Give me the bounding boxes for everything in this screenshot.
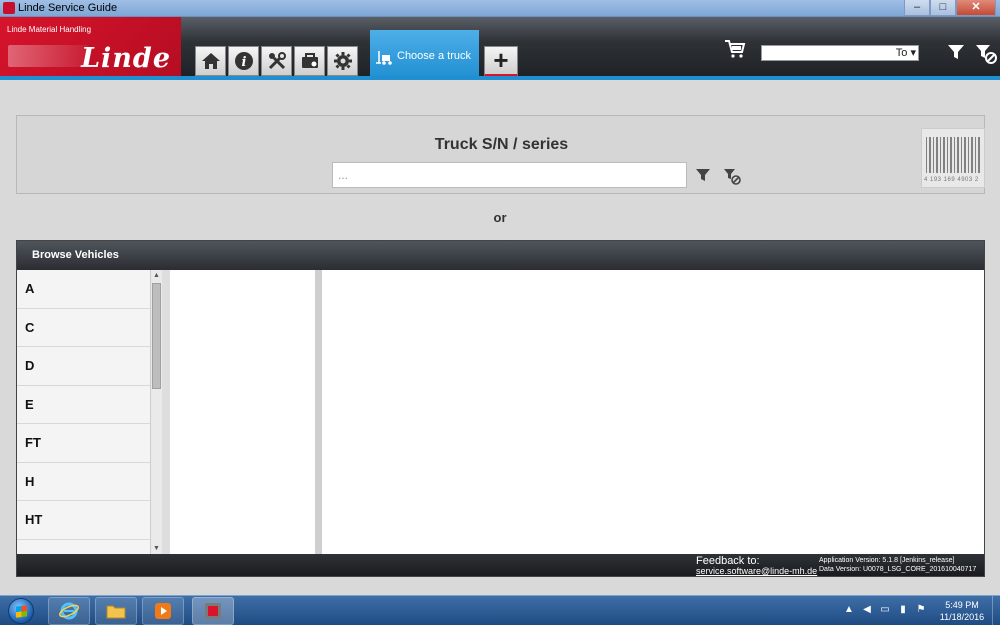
list-item[interactable]: HT	[17, 501, 150, 540]
data-version: Data Version: U0078_LSG_CORE_20161004071…	[819, 566, 977, 573]
start-button[interactable]	[2, 596, 40, 625]
truck-sn-label: Truck S/N / series	[434, 136, 569, 153]
scrollbar-thumb[interactable]	[152, 283, 161, 389]
feedback-email-link[interactable]: service.software@linde-mh.de	[696, 566, 817, 576]
home-icon	[201, 53, 220, 69]
clock-time: 5:49 PM	[945, 600, 979, 610]
close-button[interactable]: ✕	[956, 0, 996, 16]
filter-icon[interactable]	[695, 167, 711, 183]
vehicle-detail-pane	[322, 270, 984, 554]
settings-gear-icon	[333, 52, 352, 70]
shopping-cart-icon[interactable]	[724, 39, 746, 59]
volume-icon[interactable]: ◀	[861, 604, 873, 616]
add-tab-button[interactable]: +	[484, 46, 518, 77]
minimize-button[interactable]: –	[904, 0, 930, 16]
taskbar-clock[interactable]: 5:49 PM 11/18/2016	[934, 599, 990, 623]
brand-name: Linde	[81, 43, 171, 74]
scroll-up-icon[interactable]: ▲	[153, 272, 160, 279]
vehicle-letter-list[interactable]: A C D E FT H HT K	[17, 270, 150, 554]
barcode-bars	[926, 137, 982, 173]
taskbar-media-button[interactable]	[142, 597, 184, 625]
app-icon	[3, 2, 15, 14]
taskbar-ie-button[interactable]	[48, 597, 90, 625]
taskbar-linde-button[interactable]	[192, 597, 234, 625]
maximize-button[interactable]: □	[930, 0, 956, 16]
language-select[interactable]: To ▾	[896, 46, 916, 60]
svg-text:i: i	[241, 55, 246, 70]
action-center-icon[interactable]: ⚑	[915, 604, 927, 616]
barcode-number: 4 193 169 4903 2	[924, 177, 979, 183]
list-item[interactable]: FT	[17, 424, 150, 463]
info-button[interactable]: i	[228, 46, 259, 76]
truck-sn-input[interactable]: ...	[332, 162, 687, 188]
logo-graphic	[8, 45, 88, 67]
list-item[interactable]: K	[17, 540, 150, 555]
application-version: Application Version: 5.1.8 [Jenkins_rele…	[819, 557, 955, 564]
taskbar-explorer-button[interactable]	[95, 597, 137, 625]
list-item[interactable]: A	[17, 270, 150, 309]
network-icon[interactable]: ▮	[897, 604, 909, 616]
folder-icon	[106, 605, 126, 619]
series-list[interactable]	[170, 270, 315, 554]
list-item[interactable]: E	[17, 386, 150, 424]
tools-button[interactable]	[261, 46, 292, 76]
letter-list-scrollbar[interactable]: ▲ ▼	[150, 270, 162, 554]
media-player-icon	[155, 603, 171, 619]
windows-taskbar: ▲ ◀ ▭ ▮ ⚑ 5:49 PM 11/18/2016	[0, 595, 1000, 625]
forklift-icon	[376, 51, 392, 65]
home-button[interactable]	[195, 46, 226, 76]
window-controls: – □ ✕	[904, 0, 996, 16]
column-splitter[interactable]	[315, 270, 322, 554]
browse-vehicles-title: Browse Vehicles	[32, 249, 119, 261]
linde-app-icon	[205, 603, 221, 619]
linde-logo: Linde Material Handling Linde	[0, 17, 181, 78]
list-item[interactable]: D	[17, 347, 150, 386]
list-item[interactable]: H	[17, 463, 150, 501]
app-footer: Feedback to: service.software@linde-mh.d…	[17, 554, 984, 576]
window-titlebar: Linde Service Guide – □ ✕	[0, 0, 1000, 17]
tab-label: Choose a truck	[397, 50, 471, 62]
show-desktop-button[interactable]	[992, 596, 1000, 625]
app-header: Linde Material Handling Linde i Choose a…	[0, 17, 1000, 80]
clear-filter-icon[interactable]	[723, 167, 741, 185]
list-item[interactable]: C	[17, 309, 150, 347]
main-content: Truck S/N / series ... 4 193 169 4903 2 …	[0, 80, 1000, 595]
diagnostics-icon	[301, 53, 318, 68]
clock-date: 11/18/2016	[939, 612, 985, 622]
windows-logo-icon	[8, 598, 34, 624]
column-divider	[162, 270, 170, 554]
internet-explorer-icon	[59, 602, 79, 620]
or-separator: or	[493, 210, 507, 225]
scroll-down-icon[interactable]: ▼	[153, 545, 160, 552]
company-name: Linde Material Handling	[7, 25, 92, 34]
diagnostics-button[interactable]	[294, 46, 325, 76]
tab-choose-a-truck[interactable]: Choose a truck	[370, 30, 479, 80]
browse-vehicles-header: Browse Vehicles	[17, 241, 984, 270]
clear-filter-icon[interactable]	[975, 42, 997, 64]
header-search-input[interactable]: To ▾	[761, 45, 919, 61]
filter-icon[interactable]	[946, 42, 966, 62]
settings-button[interactable]	[327, 46, 358, 76]
browse-vehicles-panel: Browse Vehicles A C D E FT H HT K ▲ ▼ Fe…	[16, 240, 985, 577]
tools-icon	[268, 52, 286, 70]
display-icon[interactable]: ▭	[879, 604, 891, 616]
tray-expand-icon[interactable]: ▲	[843, 604, 855, 616]
truck-search-panel: Truck S/N / series ... 4 193 169 4903 2	[16, 115, 985, 194]
window-title: Linde Service Guide	[18, 2, 118, 14]
barcode-scanner-image[interactable]: 4 193 169 4903 2	[921, 128, 985, 188]
system-tray: ▲ ◀ ▭ ▮ ⚑	[843, 604, 927, 616]
info-icon: i	[234, 52, 253, 70]
